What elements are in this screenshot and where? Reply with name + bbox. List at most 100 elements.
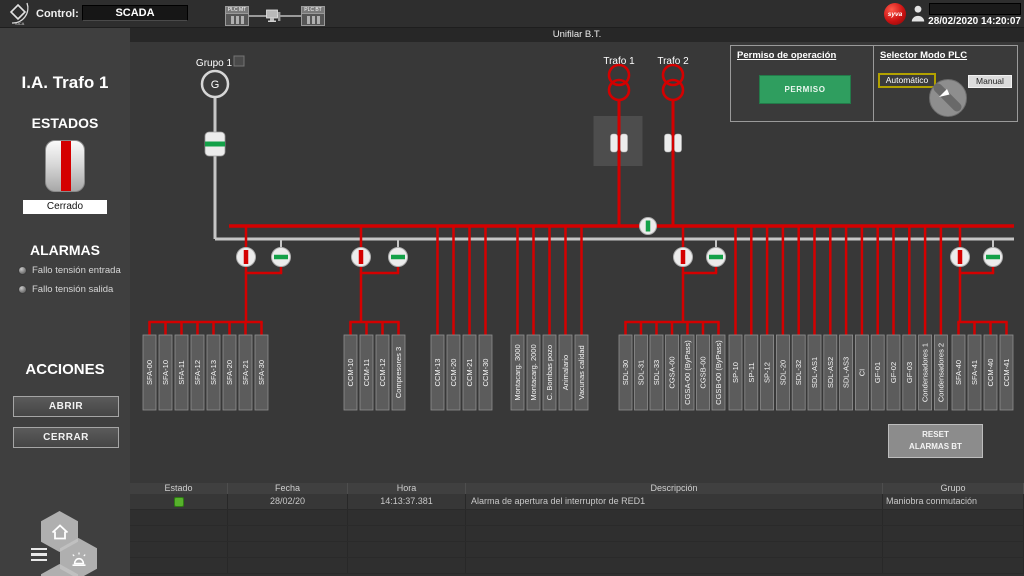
feeder-CCM-21[interactable]: CCM-21 xyxy=(463,335,476,410)
feeder-SDL-31[interactable]: SDL-31 xyxy=(635,335,648,410)
feeder-Montacarg-2000[interactable]: Montacarg. 2000 xyxy=(527,335,540,410)
svg-text:SFA-30: SFA-30 xyxy=(257,360,266,385)
feeder-SDL-AS1[interactable]: SDL-AS1 xyxy=(808,335,821,410)
pair-breaker-red[interactable] xyxy=(951,248,970,267)
generator-grupo1[interactable]: Grupo 1G xyxy=(196,56,244,239)
plc-bt-slots xyxy=(302,14,324,24)
plc-mt-icon[interactable]: PLC MT xyxy=(225,6,249,26)
feeder-SDL-30[interactable]: SDL-30 xyxy=(619,335,632,410)
feeder-SP-11[interactable]: SP-11 xyxy=(745,335,758,410)
svg-text:SFA-10: SFA-10 xyxy=(161,360,170,385)
scada-server-icon xyxy=(265,9,281,24)
pair-breaker-green[interactable] xyxy=(389,248,408,267)
pair-breaker-red[interactable] xyxy=(237,248,256,267)
feeder-SDL-20[interactable]: SDL-20 xyxy=(776,335,789,410)
control-mode-field[interactable]: SCADA xyxy=(82,5,188,21)
abrir-button[interactable]: ABRIR xyxy=(13,396,119,417)
feeder-group-1: SFA-00 SFA-10 SFA-11 SFA-12 SFA-13 SFA-20 SFA-… xyxy=(143,322,268,410)
svg-text:CCM-20: CCM-20 xyxy=(449,359,458,387)
column-header-hora: Hora xyxy=(348,483,466,494)
scada-app: SICA Control: SCADA PLC MT PLC BT syva 2… xyxy=(0,0,1024,576)
pair-breaker-red[interactable] xyxy=(674,248,693,267)
svg-text:CCM-10: CCM-10 xyxy=(346,359,355,387)
feeder-CCM-30[interactable]: CCM-30 xyxy=(479,335,492,410)
feeder-SFA-11[interactable]: SFA-11 xyxy=(175,335,188,410)
grupo1-status-box[interactable] xyxy=(234,56,244,66)
menu-icon[interactable] xyxy=(31,548,47,561)
events-table: EstadoFechaHoraDescripciónGrupo 28/02/20… xyxy=(130,483,1024,576)
feeder-Condensadores-1[interactable]: Condensadores 1 xyxy=(919,335,932,410)
feeder-CCM-20[interactable]: CCM-20 xyxy=(447,335,460,410)
feeder-SFA-40[interactable]: SFA-40 xyxy=(952,335,965,410)
svg-text:SFA-21: SFA-21 xyxy=(241,360,250,385)
feeder-SDL-32[interactable]: SDL-32 xyxy=(792,335,805,410)
feeder-Vacunas-calidad[interactable]: Vacunas calidad xyxy=(575,335,588,410)
cerrar-button[interactable]: CERRAR xyxy=(13,427,119,448)
feeder-GF-02[interactable]: GF-02 xyxy=(887,335,900,410)
feeder-SP-10[interactable]: SP-10 xyxy=(729,335,742,410)
pair-breaker-red[interactable] xyxy=(352,248,371,267)
breaker-stripe xyxy=(61,141,71,192)
feeder-CGSA-00-ByPass-[interactable]: CGSA-00 (ByPass) xyxy=(681,335,694,410)
mode-selector-knob[interactable] xyxy=(928,78,968,118)
feeder-GF-03[interactable]: GF-03 xyxy=(903,335,916,410)
feeder-CI[interactable]: CI xyxy=(855,335,868,410)
alarm-indicator-icon xyxy=(18,285,27,294)
pair-breaker-green[interactable] xyxy=(984,248,1003,267)
feeder-SFA-21[interactable]: SFA-21 xyxy=(239,335,252,410)
event-row-empty xyxy=(130,510,1024,526)
breaker-state-icon[interactable] xyxy=(45,140,85,192)
feeder-SFA-12[interactable]: SFA-12 xyxy=(191,335,204,410)
reset-alarmas-bt-button[interactable]: RESET ALARMAS BT xyxy=(888,424,983,458)
svg-text:CCM-40: CCM-40 xyxy=(986,359,995,387)
bus-tie-breaker[interactable] xyxy=(640,218,657,235)
permiso-button[interactable]: PERMISO xyxy=(759,75,851,104)
svg-text:SFA-20: SFA-20 xyxy=(225,360,234,385)
svg-text:SFA-12: SFA-12 xyxy=(193,360,202,385)
user-icon[interactable] xyxy=(911,5,925,22)
svg-text:Montacarg. 3000: Montacarg. 3000 xyxy=(513,344,522,400)
feeder-CCM-41[interactable]: CCM-41 xyxy=(1000,335,1013,410)
feeder-Montacarg-3000[interactable]: Montacarg. 3000 xyxy=(511,335,524,410)
feeder-SFA-30[interactable]: SFA-30 xyxy=(255,335,268,410)
feeder-GF-01[interactable]: GF-01 xyxy=(871,335,884,410)
feeder-CCM-12[interactable]: CCM-12 xyxy=(376,335,389,410)
pair-breaker-green[interactable] xyxy=(707,248,726,267)
svg-text:Vacunas calidad: Vacunas calidad xyxy=(577,345,586,399)
feeder-SFA-10[interactable]: SFA-10 xyxy=(159,335,172,410)
manual-button[interactable]: Manual xyxy=(968,75,1012,88)
feeder-Compresores-3[interactable]: Compresores 3 xyxy=(392,335,405,410)
trafo-2[interactable]: Trafo 2 xyxy=(657,56,689,226)
generator-breaker[interactable] xyxy=(205,132,225,156)
user-name-field[interactable] xyxy=(929,3,1021,15)
datetime-display: 28/02/2020 14:20:07 xyxy=(925,16,1021,27)
feeder-CCM-11[interactable]: CCM-11 xyxy=(360,335,373,410)
feeder-CGSB-00-ByPass-[interactable]: CGSB-00 (ByPass) xyxy=(712,335,725,410)
feeder-group-4: Montacarg. 3000 Montacarg. 2000 C. Bombas … xyxy=(511,226,588,410)
feeder-SFA-00[interactable]: SFA-00 xyxy=(143,335,156,410)
pair-breaker-green[interactable] xyxy=(272,248,291,267)
svg-text:Animalario: Animalario xyxy=(561,355,570,390)
feeder-CGSA-00[interactable]: CGSA-00 xyxy=(666,335,679,410)
feeder-CCM-13[interactable]: CCM-13 xyxy=(431,335,444,410)
feeder-CCM-10[interactable]: CCM-10 xyxy=(344,335,357,410)
feeder-SFA-41[interactable]: SFA-41 xyxy=(968,335,981,410)
plc-bt-icon[interactable]: PLC BT xyxy=(301,6,325,26)
feeder-Condensadores-2[interactable]: Condensadores 2 xyxy=(934,335,947,410)
feeder-SDL-AS2[interactable]: SDL-AS2 xyxy=(824,335,837,410)
feeder-SFA-20[interactable]: SFA-20 xyxy=(223,335,236,410)
feeder-C-Bombas-pozo[interactable]: C. Bombas pozo xyxy=(543,335,556,410)
feeder-CCM-40[interactable]: CCM-40 xyxy=(984,335,997,410)
feeder-SDL-AS3[interactable]: SDL-AS3 xyxy=(840,335,853,410)
feeder-SFA-13[interactable]: SFA-13 xyxy=(207,335,220,410)
svg-text:SFA-00: SFA-00 xyxy=(145,360,154,385)
event-row[interactable]: 28/02/2014:13:37.381Alarma de apertura d… xyxy=(130,494,1024,510)
feeder-SDL-33[interactable]: SDL-33 xyxy=(650,335,663,410)
feeder-SP-12[interactable]: SP-12 xyxy=(761,335,774,410)
event-row-empty xyxy=(130,526,1024,542)
svg-text:SP-11: SP-11 xyxy=(747,362,756,382)
siren-icon xyxy=(67,547,91,571)
svg-text:Montacarg. 2000: Montacarg. 2000 xyxy=(529,344,538,400)
feeder-Animalario[interactable]: Animalario xyxy=(559,335,572,410)
feeder-CGSB-00[interactable]: CGSB-00 xyxy=(697,335,710,410)
